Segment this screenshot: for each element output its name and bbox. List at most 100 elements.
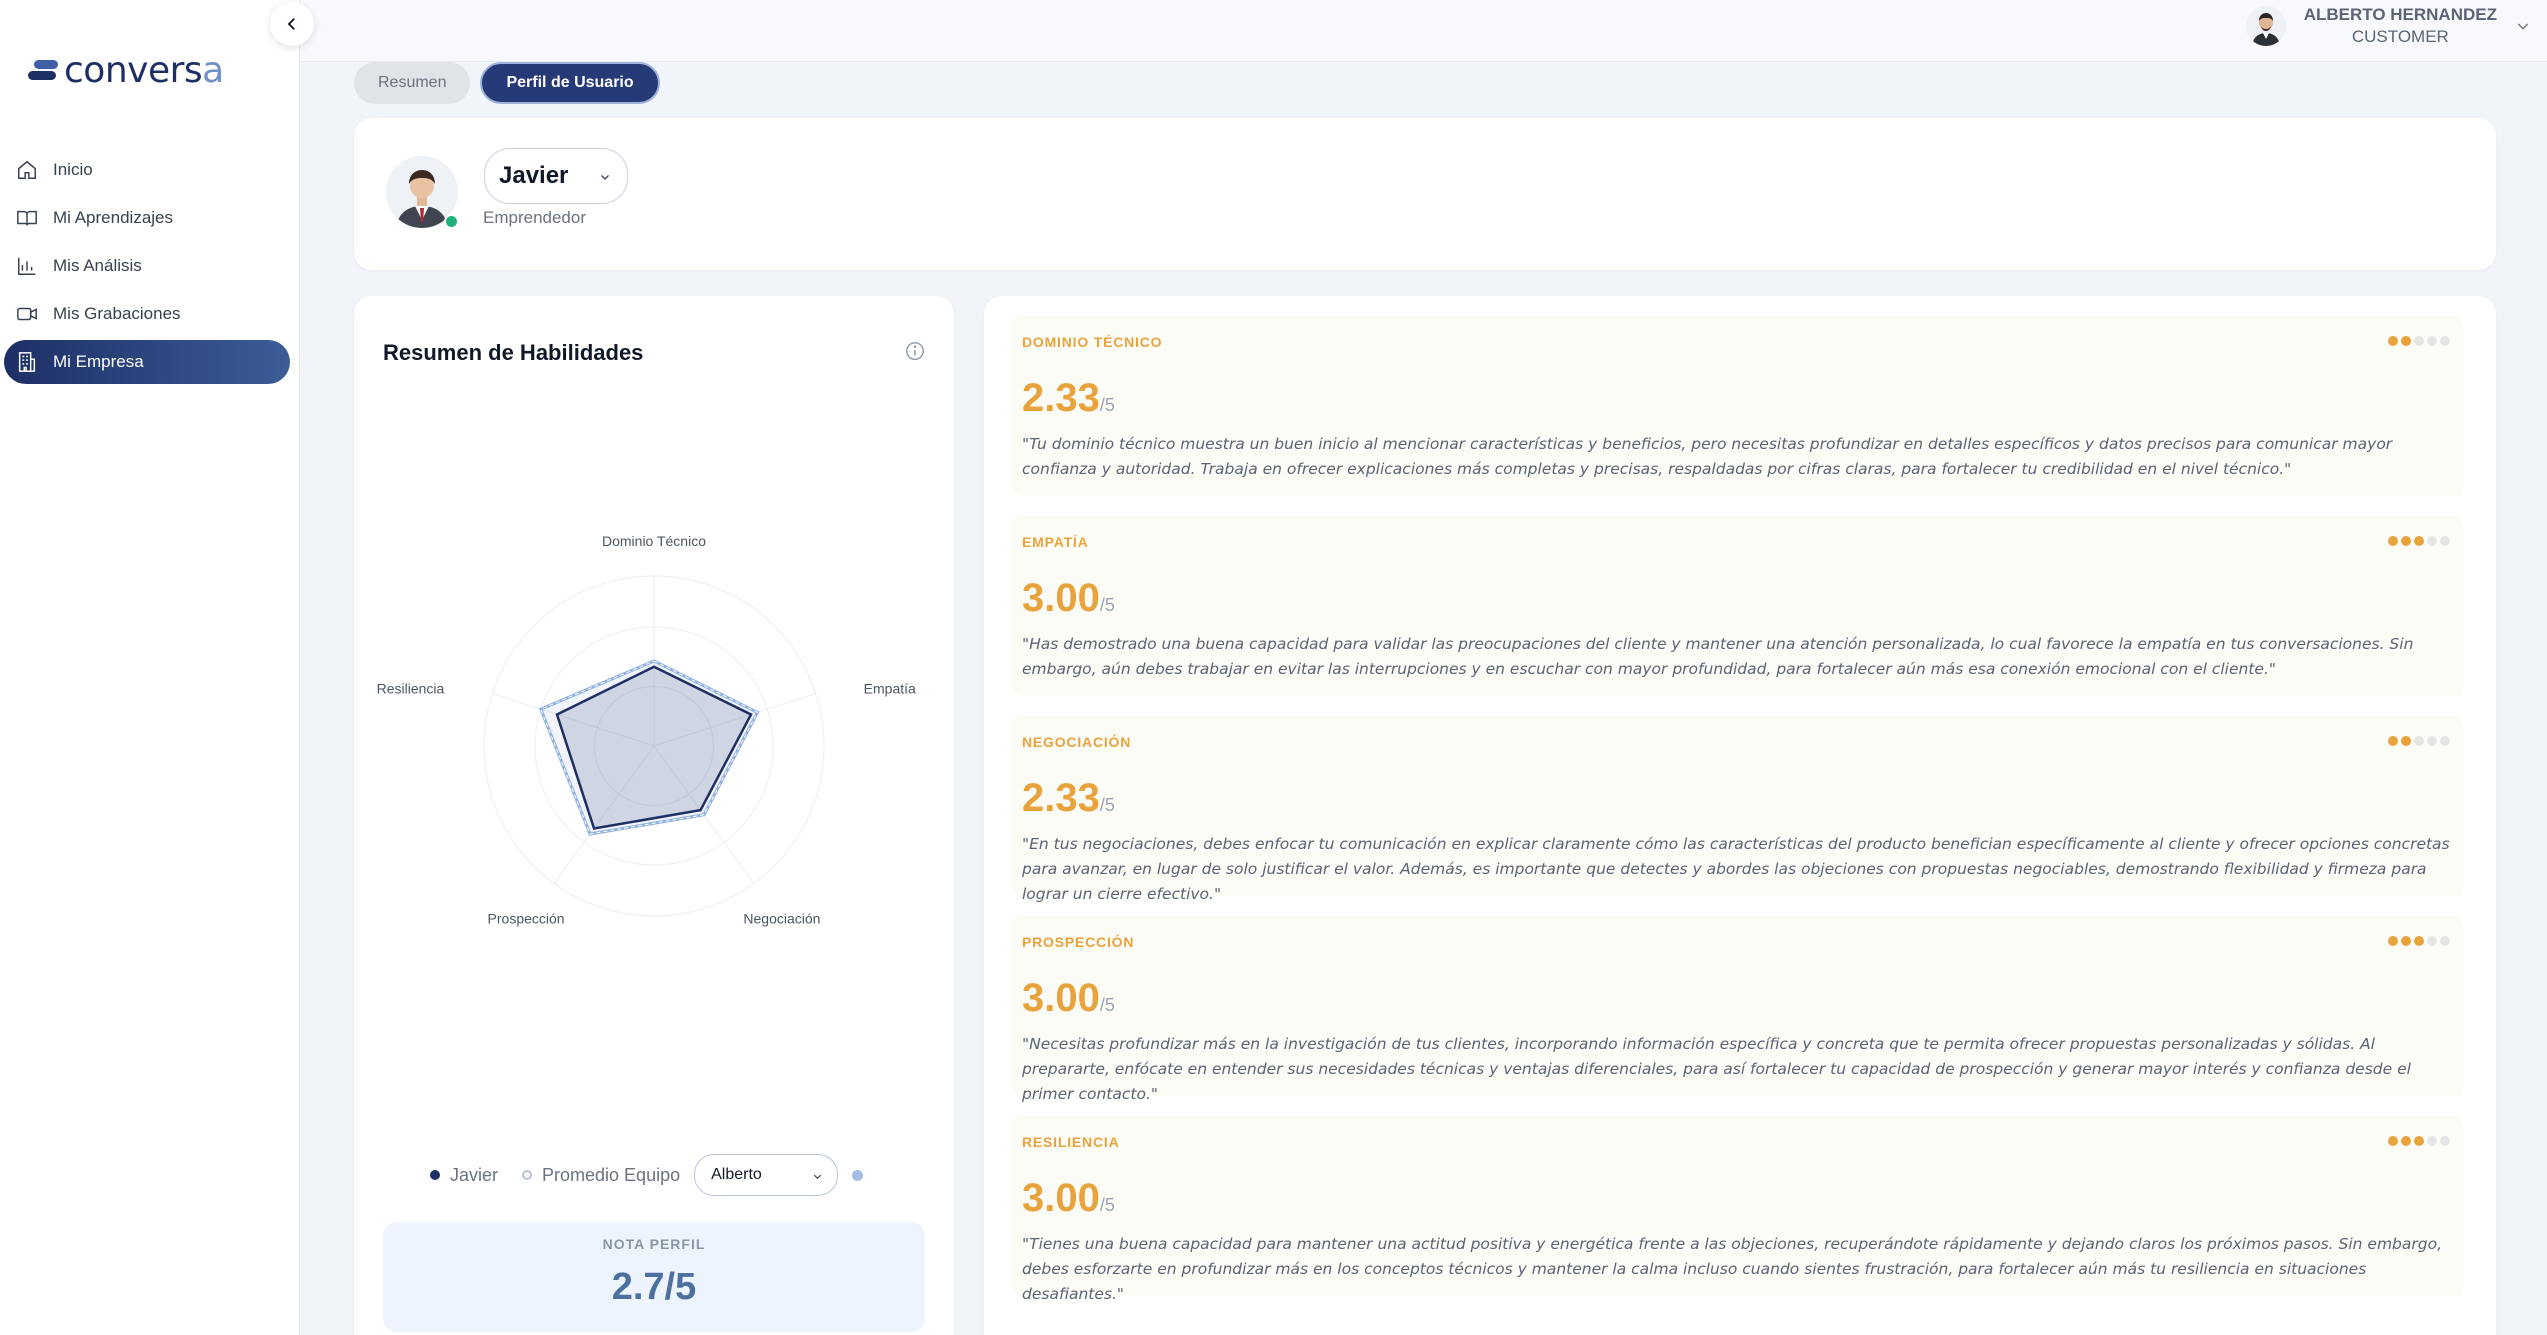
sidebar: conversa Inicio Mi Aprendizajes Mis Anál… xyxy=(0,0,300,1335)
chevron-left-icon xyxy=(287,18,295,30)
sidebar-item-label: Mis Grabaciones xyxy=(53,304,181,323)
feedback-text: "Necesitas profundizar más en la investi… xyxy=(1022,1035,2411,1103)
rating-dots xyxy=(2385,1136,2450,1146)
user-select-dropdown[interactable]: Javier xyxy=(484,148,628,204)
legend-item-team[interactable]: Promedio Equipo xyxy=(522,1165,680,1186)
legend-dot xyxy=(430,1170,440,1180)
feedback-score: 3.00/5 xyxy=(1022,976,1115,1020)
sidebar-item-label: Inicio xyxy=(53,160,93,179)
rating-dot xyxy=(2388,336,2398,346)
building-icon xyxy=(18,352,36,372)
rating-dot xyxy=(2388,1136,2398,1146)
bar-chart-icon xyxy=(18,257,36,275)
feedback-item: RESILIENCIA 3.00/5 "Tienes una buena cap… xyxy=(1012,1116,2464,1303)
rating-dots xyxy=(2385,936,2450,946)
rating-dot xyxy=(2440,736,2450,746)
sidebar-item-inicio[interactable]: Inicio xyxy=(4,148,290,192)
logo-mark-icon xyxy=(28,58,62,82)
rating-dot xyxy=(2427,536,2437,546)
feedback-item: NEGOCIACIÓN 2.33/5 "En tus negociaciones… xyxy=(1012,716,2464,903)
rating-dots xyxy=(2385,736,2450,746)
sidebar-item-empresa[interactable]: Mi Empresa xyxy=(4,340,290,384)
rating-dot xyxy=(2414,336,2424,346)
topbar: ALBERTO HERNANDEZ CUSTOMER xyxy=(300,0,2547,62)
rating-dot xyxy=(2401,336,2411,346)
user-menu[interactable]: ALBERTO HERNANDEZ CUSTOMER xyxy=(2245,4,2531,48)
rating-dot xyxy=(2440,336,2450,346)
rating-dot xyxy=(2427,936,2437,946)
rating-dot xyxy=(2401,736,2411,746)
conversa-logo[interactable]: conversa xyxy=(28,50,224,91)
legend-label: Promedio Equipo xyxy=(542,1164,681,1185)
sidebar-nav: Inicio Mi Aprendizajes Mis Análisis Mis … xyxy=(0,148,300,388)
online-status-indicator xyxy=(444,214,459,229)
sidebar-item-label: Mis Análisis xyxy=(53,256,142,275)
feedback-text: "Tienes una buena capacidad para mantene… xyxy=(1022,1235,2443,1303)
tab-perfil-usuario[interactable]: Perfil de Usuario xyxy=(480,62,660,104)
rating-dot xyxy=(2388,536,2398,546)
feedback-skill-name: EMPATÍA xyxy=(1022,534,1089,550)
skills-radar-chart: Dominio Técnico Empatía Negociación Prospec… xyxy=(377,533,916,927)
feedback-score: 2.33/5 xyxy=(1022,376,1115,420)
sidebar-item-grabaciones[interactable]: Mis Grabaciones xyxy=(4,292,290,336)
info-icon[interactable] xyxy=(904,340,926,362)
radar-axis-label: Dominio Técnico xyxy=(602,533,706,549)
radar-axis-label: Empatía xyxy=(864,680,916,696)
sidebar-item-label: Mi Aprendizajes xyxy=(53,208,174,227)
rating-dot xyxy=(2401,536,2411,546)
feedback-skill-name: DOMINIO TÉCNICO xyxy=(1022,334,1163,350)
rating-dot xyxy=(2388,736,2398,746)
chevron-down-icon xyxy=(601,175,609,180)
video-icon xyxy=(17,307,37,321)
skills-feedback-card: DOMINIO TÉCNICO 2.33/5 "Tu dominio técni… xyxy=(984,296,2496,1335)
rating-dot xyxy=(2427,736,2437,746)
rating-dot xyxy=(2414,736,2424,746)
rating-dot xyxy=(2427,1136,2437,1146)
feedback-skill-name: PROSPECCIÓN xyxy=(1022,934,1135,950)
rating-dot xyxy=(2401,936,2411,946)
rating-dot xyxy=(2414,1136,2424,1146)
rating-dot xyxy=(2388,936,2398,946)
book-icon xyxy=(17,210,37,226)
compare-select-value: Alberto xyxy=(711,1166,762,1183)
sidebar-item-aprendizajes[interactable]: Mi Aprendizajes xyxy=(4,196,290,240)
user-role: CUSTOMER xyxy=(2351,27,2449,46)
rating-dot xyxy=(2440,1136,2450,1146)
tab-resumen[interactable]: Resumen xyxy=(354,62,471,104)
collapse-sidebar-button[interactable] xyxy=(270,2,314,46)
profile-card: Javier Emprendedor xyxy=(354,118,2496,270)
radar-axis-label: Negociación xyxy=(743,911,820,927)
feedback-score: 2.33/5 xyxy=(1022,776,1115,820)
rating-dot xyxy=(2401,1136,2411,1146)
view-tabs: Resumen Perfil de Usuario xyxy=(354,62,670,104)
score-value: 2.7/5 xyxy=(611,1266,697,1308)
feedback-score: 3.00/5 xyxy=(1022,1176,1115,1220)
radar-axis-label: Resiliencia xyxy=(377,680,445,696)
sidebar-item-analisis[interactable]: Mis Análisis xyxy=(4,244,290,288)
feedback-text: "Has demostrado una buena capacidad para… xyxy=(1022,635,2414,678)
rating-dot xyxy=(2414,536,2424,546)
score-label: NOTA PERFIL xyxy=(602,1236,706,1252)
legend-item-javier[interactable]: Javier xyxy=(430,1165,498,1186)
profile-role: Emprendedor xyxy=(483,208,587,227)
sidebar-item-label: Mi Empresa xyxy=(53,352,144,371)
feedback-item: EMPATÍA 3.00/5 "Has demostrado una buena… xyxy=(1012,516,2464,696)
rating-dots xyxy=(2385,536,2450,546)
skills-summary-card: Resumen de Habilidades Dominio Técnico Em… xyxy=(354,296,954,1335)
user-select-value: Javier xyxy=(499,162,569,189)
profile-score-box: NOTA PERFIL 2.7/5 xyxy=(383,1222,925,1332)
compare-user-select[interactable]: Alberto xyxy=(694,1154,839,1196)
legend-dot xyxy=(522,1170,533,1180)
feedback-score: 3.00/5 xyxy=(1022,576,1115,620)
chevron-down-icon xyxy=(2517,23,2529,30)
radar-axis-label: Prospección xyxy=(488,911,565,927)
rating-dot xyxy=(2427,336,2437,346)
feedback-item: DOMINIO TÉCNICO 2.33/5 "Tu dominio técni… xyxy=(1012,316,2464,496)
skills-summary-title: Resumen de Habilidades xyxy=(383,340,644,365)
feedback-skill-name: RESILIENCIA xyxy=(1022,1134,1120,1150)
feedback-skill-name: NEGOCIACIÓN xyxy=(1022,734,1132,750)
home-icon xyxy=(18,160,36,179)
rating-dot xyxy=(2440,936,2450,946)
compare-series-dot xyxy=(852,1169,864,1181)
user-avatar xyxy=(2245,6,2286,46)
